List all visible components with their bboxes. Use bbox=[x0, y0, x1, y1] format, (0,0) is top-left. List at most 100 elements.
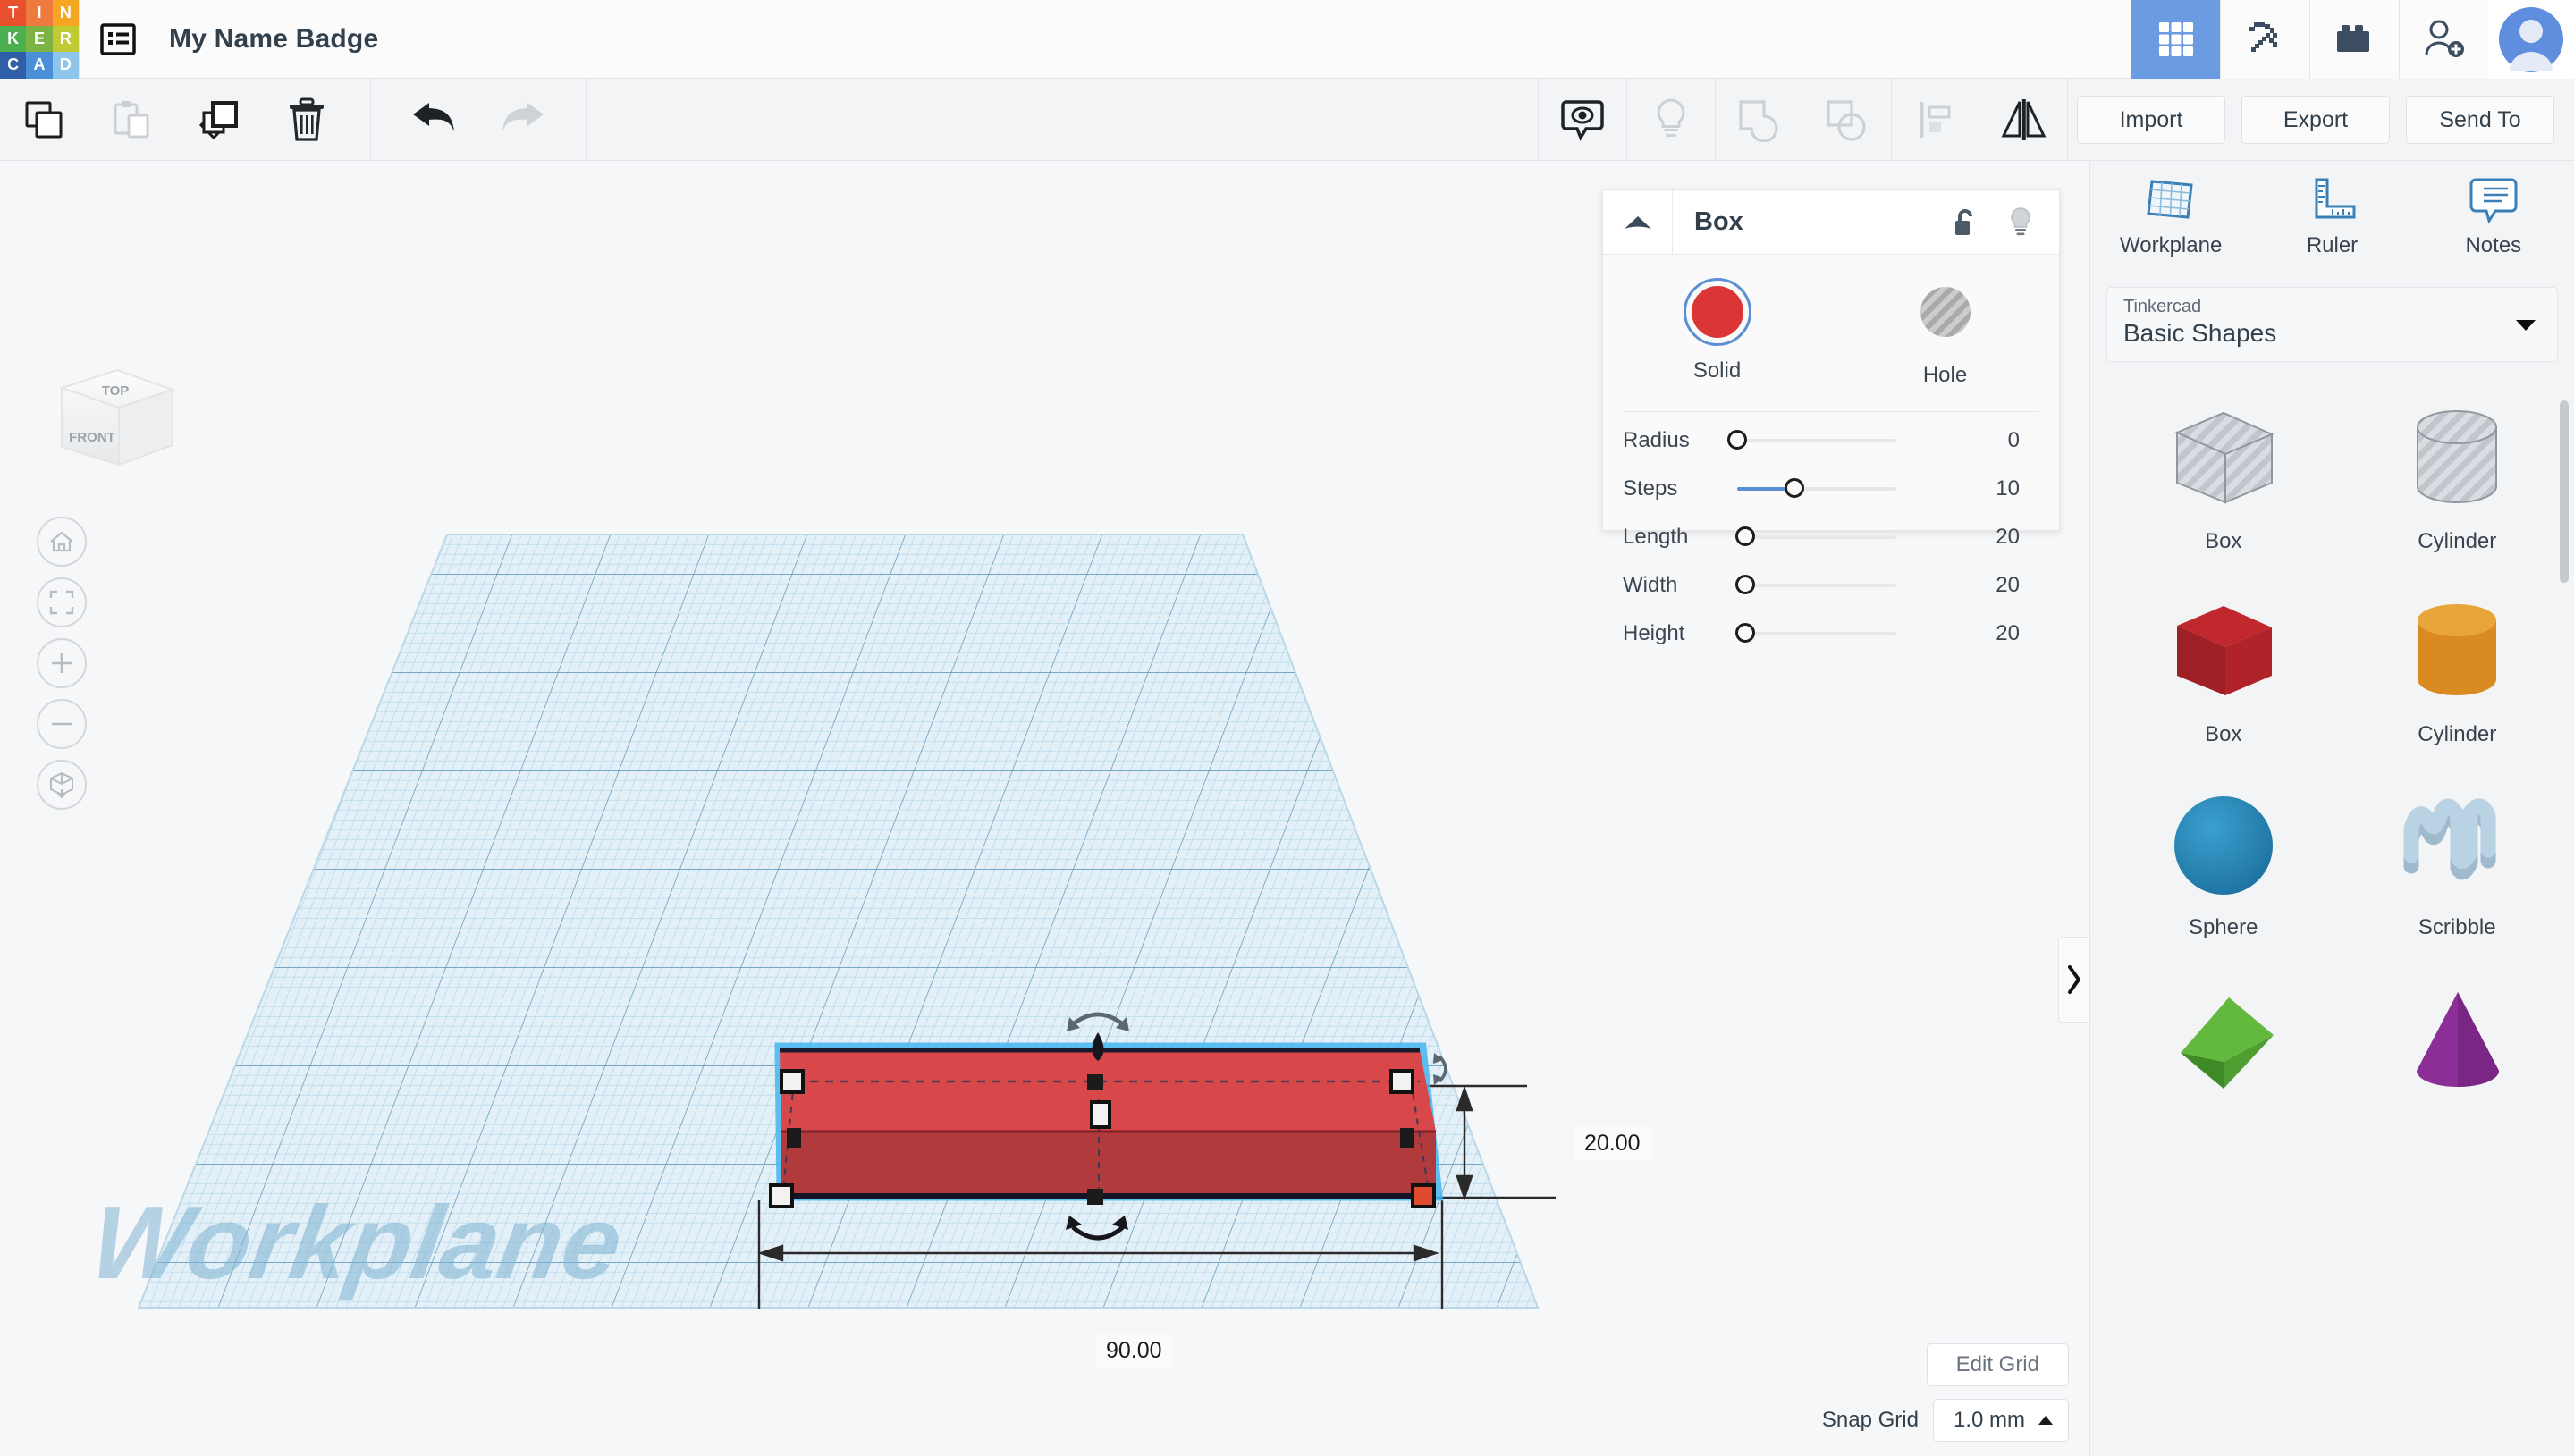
avatar[interactable] bbox=[2488, 0, 2574, 79]
grid-apps-icon[interactable] bbox=[2131, 0, 2220, 79]
toolbar-mid-group bbox=[1538, 79, 2068, 161]
snap-grid-row: Snap Grid 1.0 mm bbox=[1822, 1399, 2069, 1442]
redo-arrow-icon[interactable] bbox=[478, 79, 566, 161]
undo-arrow-icon[interactable] bbox=[391, 79, 478, 161]
steps-label: Steps bbox=[1623, 476, 1678, 501]
align-icon[interactable] bbox=[1892, 79, 1979, 161]
chevron-right-icon[interactable] bbox=[2058, 937, 2089, 1023]
radius-slider[interactable] bbox=[1727, 430, 1896, 450]
send-to-button[interactable]: Send To bbox=[2406, 96, 2554, 144]
shape-box-hole[interactable]: Box bbox=[2106, 395, 2341, 588]
cube-ortho-icon[interactable] bbox=[37, 760, 87, 810]
logo-tile: A bbox=[26, 52, 53, 79]
width-slider[interactable] bbox=[1734, 575, 1896, 594]
fit-frame-icon[interactable] bbox=[37, 577, 87, 627]
steps-slider-row: Steps 10 bbox=[1603, 469, 2059, 509]
scale-handle-edge bbox=[1087, 1074, 1103, 1090]
shape-label: Cylinder bbox=[2418, 722, 2497, 746]
shape-library-select[interactable]: Tinkercad Basic Shapes bbox=[2106, 287, 2558, 362]
length-label: Length bbox=[1623, 525, 1689, 549]
height-label: Height bbox=[1623, 621, 1685, 645]
logo-tile: C bbox=[0, 52, 27, 79]
shape-label: Box bbox=[2205, 529, 2242, 553]
snap-grid-select[interactable]: 1.0 mm bbox=[1932, 1399, 2069, 1442]
paste-button[interactable] bbox=[88, 79, 175, 161]
steps-value[interactable]: 10 bbox=[1930, 476, 2020, 501]
lego-brick-icon[interactable] bbox=[2309, 0, 2399, 79]
duplicate-button[interactable] bbox=[175, 79, 263, 161]
solid-mode[interactable]: Solid bbox=[1603, 278, 1831, 388]
scribble-art bbox=[2399, 788, 2515, 903]
tinkercad-logo[interactable]: TINKERCAD bbox=[0, 0, 79, 79]
height-value[interactable]: 20 bbox=[1930, 621, 2020, 646]
notes-tool-label: Notes bbox=[2465, 233, 2522, 257]
workplane-watermark: Workplane bbox=[83, 1184, 629, 1300]
notes-tool[interactable]: Notes bbox=[2413, 161, 2574, 274]
eye-bubble-icon[interactable] bbox=[1539, 79, 1626, 161]
height-slider-row: Height 20 bbox=[1603, 614, 2059, 653]
minus-icon[interactable] bbox=[37, 699, 87, 749]
lightbulb-icon[interactable] bbox=[1627, 79, 1715, 161]
hole-swatch-ring bbox=[1912, 278, 1979, 350]
view-cube-front-label: FRONT bbox=[69, 430, 115, 445]
shape-cone[interactable] bbox=[2341, 974, 2574, 1167]
mirror-flip-icon[interactable] bbox=[1979, 79, 2067, 161]
lightbulb-icon[interactable] bbox=[1993, 190, 2048, 255]
ungroup-shapes-icon[interactable] bbox=[1803, 79, 1891, 161]
caret-down-icon bbox=[2516, 320, 2536, 331]
export-button[interactable]: Export bbox=[2241, 96, 2390, 144]
shape-box-solid[interactable]: Box bbox=[2106, 588, 2341, 781]
shape-label: Box bbox=[2205, 722, 2242, 746]
radius-value[interactable]: 0 bbox=[1930, 428, 2020, 453]
height-slider[interactable] bbox=[1734, 623, 1896, 643]
shape-inspector-panel: Box Solid Hole Radius 0 Steps 10 Length … bbox=[1602, 189, 2060, 645]
edit-grid-button[interactable]: Edit Grid bbox=[1926, 1343, 2069, 1386]
width-slider-row: Width 20 bbox=[1603, 566, 2059, 605]
view-cube[interactable]: TOP FRONT bbox=[40, 356, 183, 481]
shape-label: Cylinder bbox=[2418, 529, 2497, 553]
group-shapes-icon[interactable] bbox=[1716, 79, 1803, 161]
trash-icon[interactable] bbox=[263, 79, 350, 161]
snap-grid-value: 1.0 mm bbox=[1953, 1408, 2025, 1432]
shape-pyramid[interactable] bbox=[2106, 974, 2341, 1167]
logo-tile: T bbox=[0, 0, 27, 26]
shapes-panel: Workplane Ruler Notes Tinkercad Basic Sh… bbox=[2089, 161, 2574, 1456]
ruler-tool-label: Ruler bbox=[2306, 233, 2359, 257]
dimension-label-width[interactable]: 90.00 bbox=[1095, 1334, 1173, 1368]
solid-mode-label: Solid bbox=[1692, 358, 1742, 383]
triangle-up-icon[interactable] bbox=[1603, 189, 1673, 255]
length-slider[interactable] bbox=[1734, 526, 1896, 546]
ruler-tool[interactable]: Ruler bbox=[2251, 161, 2412, 274]
list-menu-icon[interactable] bbox=[80, 0, 156, 79]
length-value[interactable]: 20 bbox=[1930, 525, 2020, 550]
copy-button[interactable] bbox=[0, 79, 88, 161]
box-striped-art bbox=[2161, 402, 2286, 517]
topbar-right-icons bbox=[2131, 0, 2574, 79]
logo-tile: D bbox=[52, 52, 79, 79]
cylinder-solid-art bbox=[2398, 595, 2516, 710]
hole-mode[interactable]: Hole bbox=[1831, 278, 2059, 388]
shape-scribble[interactable]: Scribble bbox=[2341, 781, 2574, 974]
inspector-mode-row: Solid Hole bbox=[1603, 255, 2059, 397]
width-value[interactable]: 20 bbox=[1930, 573, 2020, 598]
workplane-tool[interactable]: Workplane bbox=[2090, 161, 2251, 274]
dimension-label-depth[interactable]: 20.00 bbox=[1574, 1126, 1651, 1161]
home-icon[interactable] bbox=[37, 517, 87, 567]
caret-up-icon bbox=[2038, 1416, 2053, 1425]
shapes-scrollbar[interactable] bbox=[2560, 400, 2569, 583]
plus-icon[interactable] bbox=[37, 638, 87, 688]
import-button[interactable]: Import bbox=[2077, 96, 2225, 144]
unlock-icon[interactable] bbox=[1937, 190, 1993, 255]
scale-handle-edge bbox=[1087, 1189, 1103, 1205]
shape-cylinder-solid[interactable]: Cylinder bbox=[2341, 588, 2574, 781]
divider bbox=[1623, 411, 2039, 412]
scale-handle-corner bbox=[780, 1069, 805, 1094]
shape-cylinder-hole[interactable]: Cylinder bbox=[2341, 395, 2574, 588]
notes-bubble-icon bbox=[2469, 178, 2518, 224]
scale-handle-active bbox=[1411, 1183, 1436, 1208]
add-person-icon[interactable] bbox=[2399, 0, 2488, 79]
pickaxe-minecraft-icon[interactable] bbox=[2220, 0, 2309, 79]
steps-slider[interactable] bbox=[1737, 478, 1896, 498]
library-name-label: Basic Shapes bbox=[2123, 319, 2277, 347]
shape-sphere[interactable]: Sphere bbox=[2106, 781, 2341, 974]
